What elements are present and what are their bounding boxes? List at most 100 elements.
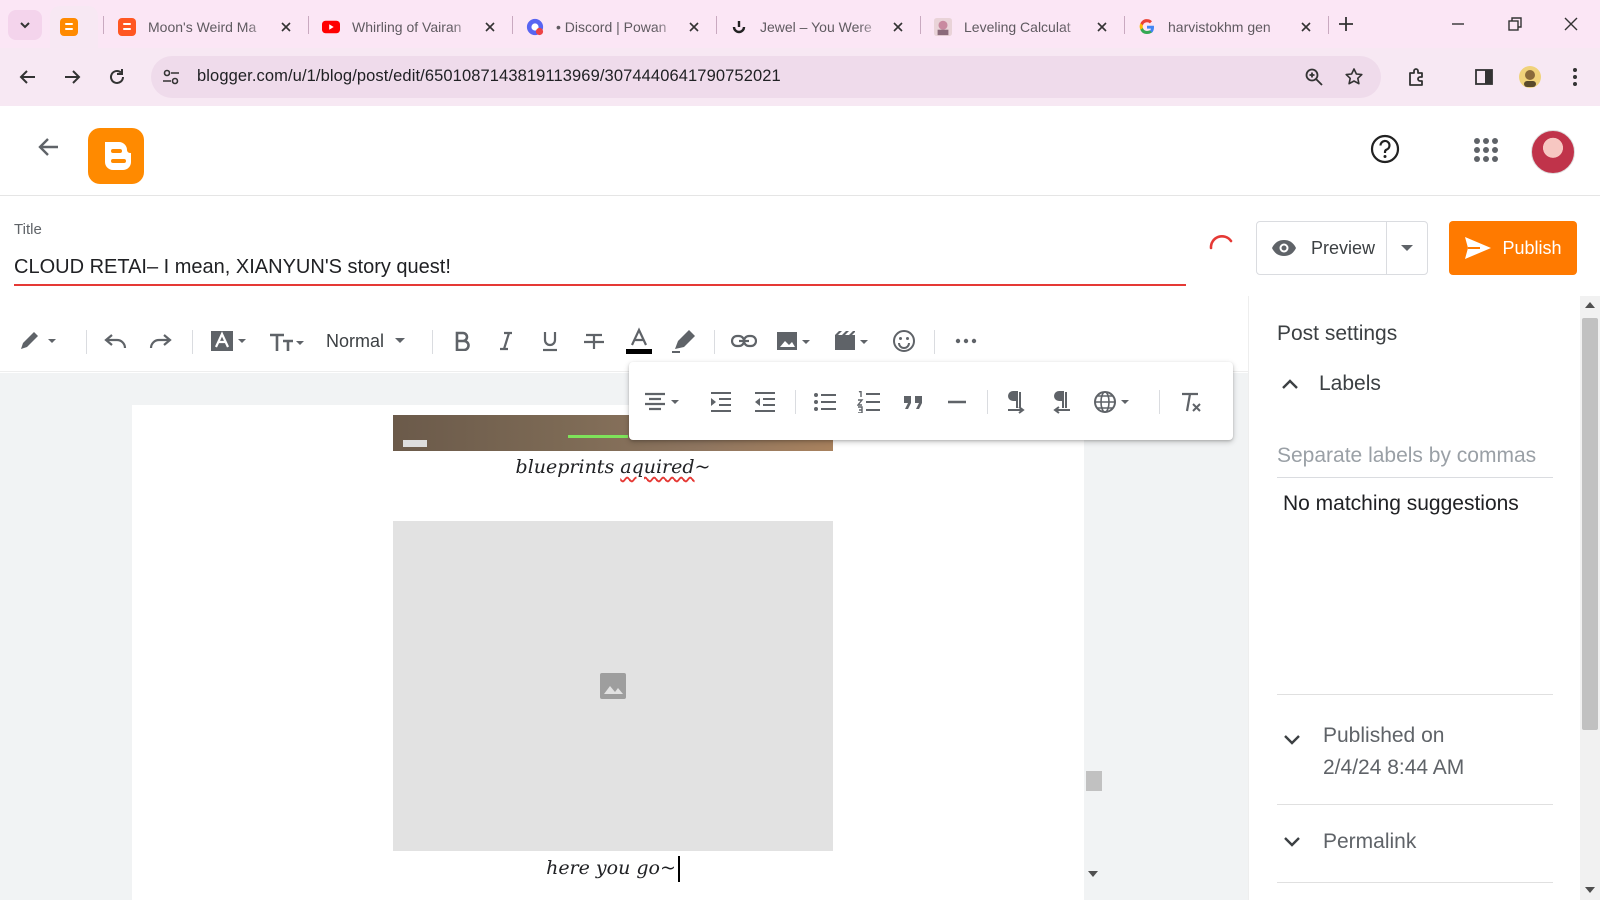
published-on-label: Published on	[1323, 724, 1445, 747]
text-size-icon	[270, 333, 304, 351]
close-tab-icon[interactable]	[890, 19, 906, 35]
undo-button[interactable]	[102, 327, 130, 355]
font-icon	[211, 331, 246, 351]
google-icon	[1138, 18, 1156, 36]
address-bar[interactable]: blogger.com/u/1/blog/post/edit/650108714…	[151, 56, 1381, 98]
close-tab-icon[interactable]	[1094, 19, 1110, 35]
insert-emoji-button[interactable]	[890, 327, 918, 355]
post-title-input[interactable]: CLOUD RETAI– I mean, XIANYUN'S story que…	[14, 256, 1186, 286]
scroll-down-arrow-icon	[1585, 887, 1595, 893]
insert-image-button[interactable]	[776, 327, 816, 355]
back-to-posts-button[interactable]	[36, 134, 62, 160]
text-size-button[interactable]	[268, 327, 308, 355]
indent-button[interactable]	[707, 388, 735, 416]
labels-title: Labels	[1319, 372, 1381, 395]
browser-tab[interactable]: Whirling of Vairan	[312, 6, 508, 48]
horizontal-rule-icon	[948, 400, 966, 404]
puzzle-icon	[1409, 68, 1423, 86]
text-color-button[interactable]	[626, 327, 652, 355]
close-window-button[interactable]	[1559, 12, 1583, 36]
italic-button[interactable]	[494, 327, 518, 355]
misspelled-word[interactable]: aquired	[620, 456, 694, 478]
apps-grid-icon[interactable]	[1474, 138, 1498, 162]
new-tab-button[interactable]	[1334, 12, 1358, 36]
url-text: blogger.com/u/1/blog/post/edit/650108714…	[197, 67, 781, 85]
bulleted-list-button[interactable]	[811, 388, 839, 416]
preview-button[interactable]: Preview	[1257, 222, 1387, 274]
browser-tab-blogger-active[interactable]	[50, 6, 98, 48]
undo-icon	[104, 334, 127, 349]
browser-tab[interactable]: Leveling Calculat	[924, 6, 1120, 48]
zoom-icon[interactable]	[1304, 67, 1324, 87]
close-tab-icon[interactable]	[482, 19, 498, 35]
extensions-button[interactable]	[1403, 63, 1431, 91]
more-options-button[interactable]	[952, 327, 980, 355]
close-tab-icon[interactable]	[1298, 19, 1314, 35]
bold-button[interactable]	[450, 327, 474, 355]
quote-button[interactable]	[899, 388, 927, 416]
reload-button[interactable]	[103, 63, 131, 91]
caption-blueprints[interactable]: blueprints aquired~	[393, 456, 833, 478]
account-avatar[interactable]	[1531, 130, 1575, 174]
numbered-list-button[interactable]	[855, 388, 883, 416]
clear-formatting-icon	[1182, 392, 1201, 412]
redo-button[interactable]	[146, 327, 174, 355]
permalink-section-toggle[interactable]: Permalink	[1283, 830, 1416, 854]
browser-menu-button[interactable]	[1561, 63, 1589, 91]
editor-scrollbar[interactable]	[1084, 405, 1104, 900]
outdent-button[interactable]	[751, 388, 779, 416]
minimize-button[interactable]	[1446, 12, 1470, 36]
indent-icon	[711, 392, 731, 412]
underline-icon	[543, 332, 557, 352]
compose-mode-button[interactable]	[16, 327, 60, 355]
blogger-icon	[105, 142, 131, 170]
browser-tab[interactable]: Jewel – You Were	[720, 6, 916, 48]
bookmark-star-icon[interactable]	[1344, 67, 1364, 87]
section-divider	[1277, 804, 1553, 805]
insert-link-button[interactable]	[730, 327, 758, 355]
clear-formatting-button[interactable]	[1177, 388, 1205, 416]
blogger-icon	[118, 18, 136, 36]
chevron-down-icon	[1284, 735, 1300, 745]
labels-section-toggle[interactable]: Labels	[1281, 372, 1381, 396]
back-button[interactable]	[14, 63, 42, 91]
browser-tab[interactable]: Moon's Weird Ma	[108, 6, 304, 48]
profile-button[interactable]	[1516, 63, 1544, 91]
ltr-button[interactable]	[1003, 388, 1031, 416]
side-panel-button[interactable]	[1470, 63, 1498, 91]
publish-label: Publish	[1502, 237, 1562, 258]
profile-avatar-icon	[1519, 66, 1541, 88]
emoji-icon	[893, 330, 915, 352]
blogger-logo[interactable]	[88, 128, 144, 184]
tab-search-button[interactable]	[8, 10, 42, 40]
rtl-button[interactable]	[1047, 388, 1075, 416]
insert-video-button[interactable]	[834, 327, 874, 355]
settings-scrollbar-thumb[interactable]	[1582, 318, 1598, 730]
language-button[interactable]	[1093, 388, 1133, 416]
caption-here-you-go[interactable]: here you go~	[393, 856, 833, 882]
labels-input[interactable]: Separate labels by commas	[1277, 444, 1553, 478]
published-on-section-toggle[interactable]: Published on 2/4/24 8:44 AM	[1283, 720, 1464, 784]
publish-button[interactable]: Publish	[1449, 221, 1577, 275]
highlight-button[interactable]	[670, 327, 698, 355]
browser-tab[interactable]: • Discord | Powan	[516, 6, 712, 48]
post-image-placeholder[interactable]	[393, 521, 833, 851]
restore-button[interactable]	[1503, 12, 1527, 36]
no-suggestions-text: No matching suggestions	[1283, 492, 1519, 515]
preview-dropdown-button[interactable]	[1387, 244, 1427, 252]
close-tab-icon[interactable]	[686, 19, 702, 35]
underline-button[interactable]	[538, 327, 562, 355]
align-button[interactable]	[643, 388, 683, 416]
editor-scrollbar-thumb[interactable]	[1086, 771, 1102, 791]
forward-button[interactable]	[58, 63, 86, 91]
font-button[interactable]	[210, 327, 250, 355]
caret-down-icon	[1401, 245, 1413, 251]
strikethrough-button[interactable]	[582, 327, 606, 355]
horizontal-line-button[interactable]	[943, 388, 971, 416]
scroll-down-arrow-icon[interactable]	[1088, 870, 1098, 878]
paragraph-style-dropdown[interactable]: Normal	[326, 327, 416, 355]
help-button[interactable]	[1370, 134, 1400, 164]
site-settings-icon[interactable]	[161, 67, 181, 87]
browser-tab[interactable]: harvistokhm gen	[1128, 6, 1324, 48]
close-tab-icon[interactable]	[278, 19, 294, 35]
